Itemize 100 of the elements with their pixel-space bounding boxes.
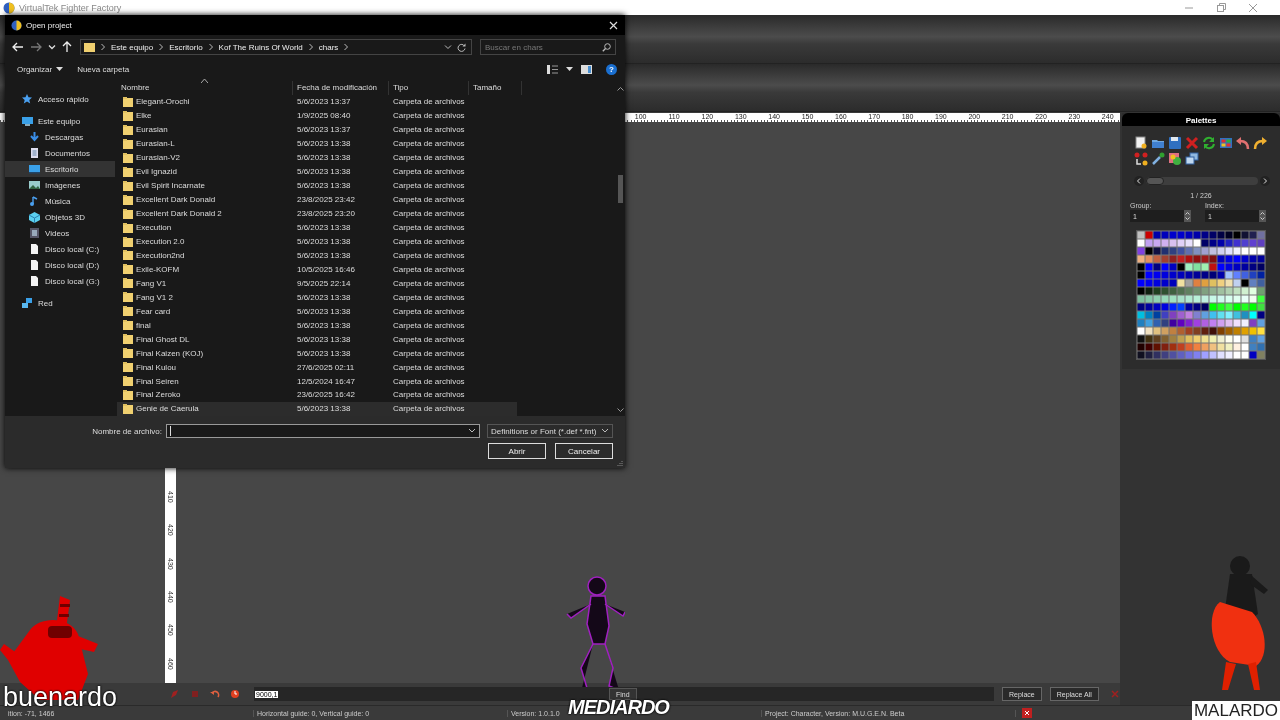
file-type: Carpeta de archivos <box>392 306 466 316</box>
column-header[interactable]: Tipo <box>389 81 469 95</box>
file-type: Carpeta de archivos <box>392 223 466 233</box>
file-date: 1/9/2025 08:40 <box>296 111 352 121</box>
file-name: Final Zeroko <box>136 390 181 400</box>
file-row[interactable]: Final Kaizen (KOJ) 5/6/2023 13:38 Carpeta de archivos <box>117 346 517 361</box>
file-row[interactable]: Elegant-Orochi 5/6/2023 13:37 Carpeta de archivos <box>117 95 517 109</box>
file-date: 5/6/2023 13:38 <box>296 167 352 177</box>
file-name: Eurasian-L <box>136 139 175 149</box>
file-row[interactable]: Excellent Dark Donald 23/8/2025 23:42 Carpeta de archivos <box>117 192 517 207</box>
file-name: Evil Spirit Incarnate <box>136 181 205 191</box>
file-date: 23/8/2025 23:20 <box>296 209 356 219</box>
nav-item[interactable]: Música <box>5 193 115 209</box>
file-type: Carpeta de archivos <box>392 334 466 344</box>
breadcrumb[interactable]: Este equipo <box>111 42 154 52</box>
help-button[interactable]: ? <box>606 63 617 75</box>
file-row[interactable]: Final Zeroko 23/6/2025 16:42 Carpeta de archivos <box>117 388 517 402</box>
file-name: Eurasian-V2 <box>136 153 181 163</box>
file-date: 23/6/2025 16:42 <box>296 390 356 400</box>
file-date: 5/6/2023 13:38 <box>296 306 352 316</box>
nav-item[interactable]: Objetos 3D <box>5 209 115 225</box>
overlay-label: buenardo <box>3 686 118 708</box>
file-name: Excellent Dark Donald 2 <box>136 209 222 219</box>
nav-item[interactable]: Videos <box>5 225 115 241</box>
nav-item[interactable]: Disco local (G:) <box>5 273 115 289</box>
file-row[interactable]: Fang V1 9/5/2025 22:14 Carpeta de archivos <box>117 276 517 291</box>
file-date: 27/6/2025 02:11 <box>296 362 356 372</box>
address-bar[interactable]: Este equipo Escritorio Kof The Ruins Of World chars <box>80 39 472 55</box>
file-row[interactable]: Execution2nd 5/6/2023 13:38 Carpeta de archivos <box>117 248 517 263</box>
file-type: Carpeta de archivos <box>392 250 466 260</box>
file-type: Carpeta de archivos <box>392 111 466 121</box>
file-type: Carpeta de archivos <box>392 209 466 219</box>
file-row[interactable]: Evil Ignazid 5/6/2023 13:38 Carpeta de archivos <box>117 164 517 179</box>
nav-item[interactable]: Acceso rápido <box>5 91 115 107</box>
file-date: 5/6/2023 13:38 <box>296 139 352 149</box>
file-type: Carpeta de archivos <box>392 320 466 330</box>
file-name: Excellent Dark Donald <box>136 195 216 205</box>
file-name: Eurasian <box>136 125 168 135</box>
new-folder-button[interactable]: Nueva carpeta <box>75 64 132 74</box>
file-row[interactable]: Final Kulou 27/6/2025 02:11 Carpeta de archivos <box>117 360 517 375</box>
file-type: Carpeta de archivos <box>392 362 466 372</box>
file-row[interactable]: Eurasian 5/6/2023 13:37 Carpeta de archivos <box>117 122 517 137</box>
file-type: Carpeta de archivos <box>392 181 466 191</box>
file-row[interactable]: Fear card 5/6/2023 13:38 Carpeta de archivos <box>117 304 517 319</box>
file-date: 5/6/2023 13:37 <box>296 125 352 135</box>
file-row[interactable]: final 5/6/2023 13:38 Carpeta de archivos <box>117 318 517 333</box>
nav-item[interactable]: Disco local (D:) <box>5 257 115 273</box>
file-type: Carpeta de archivos <box>392 278 466 288</box>
nav-item[interactable]: Este equipo <box>5 113 115 129</box>
file-row[interactable]: Eurasian-V2 5/6/2023 13:38 Carpeta de archivos <box>117 150 517 165</box>
file-type: Carpeta de archivos <box>392 167 466 177</box>
dialog-title: Open project <box>26 20 72 30</box>
file-row[interactable]: Final Seiren 12/5/2024 16:47 Carpeta de archivos <box>117 374 517 388</box>
field-label: Nombre de archivo: <box>91 426 162 436</box>
file-row[interactable]: Eurasian-L 5/6/2023 13:38 Carpeta de archivos <box>117 136 517 151</box>
file-row[interactable]: Genie de Caerula 5/6/2023 13:38 Carpeta de archivos <box>117 401 517 416</box>
nav-item[interactable]: Escritorio <box>5 161 115 177</box>
file-row[interactable]: Execution 5/6/2023 13:38 Carpeta de archivos <box>117 220 517 235</box>
organize-button[interactable]: Organizar <box>15 64 66 74</box>
file-date: 23/8/2025 23:42 <box>296 195 356 205</box>
file-type: Carpeta de archivos <box>392 264 466 274</box>
file-name: Fang V1 <box>136 278 167 288</box>
file-type: Carpeta de archivos <box>392 125 466 135</box>
column-header[interactable]: Nombre <box>117 81 293 95</box>
nav-item[interactable]: Disco local (C:) <box>5 241 115 257</box>
file-date: 5/6/2023 13:37 <box>296 97 352 107</box>
breadcrumb[interactable]: Kof The Ruins Of World <box>218 42 303 52</box>
file-type-dropdown[interactable]: Definitions or Font (*.def *.fnt) <box>487 424 613 438</box>
file-name: Exile-KOFM <box>136 264 180 274</box>
column-header[interactable]: Fecha de modificación <box>293 81 389 95</box>
file-type: Carpeta de archivos <box>392 195 466 205</box>
search-field[interactable]: Buscar en chars <box>480 39 616 55</box>
file-name: Elegant-Orochi <box>136 97 190 107</box>
nav-item[interactable]: Documentos <box>5 145 115 161</box>
file-row[interactable]: Elke 1/9/2025 08:40 Carpeta de archivos <box>117 108 517 123</box>
file-date: 5/6/2023 13:38 <box>296 404 352 414</box>
file-type: Carpeta de archivos <box>392 97 466 107</box>
file-row[interactable]: Evil Spirit Incarnate 5/6/2023 13:38 Carpeta de archivos <box>117 178 517 193</box>
nav-item[interactable]: Red <box>5 295 115 311</box>
file-name: Evil Ignazid <box>136 167 177 177</box>
nav-item[interactable]: Descargas <box>5 129 115 145</box>
nav-item[interactable]: Imágenes <box>5 177 115 193</box>
file-date: 5/6/2023 13:38 <box>296 320 352 330</box>
file-date: 5/6/2023 13:38 <box>296 334 352 344</box>
file-type: Carpeta de archivos <box>392 390 466 400</box>
file-date: 5/6/2023 13:38 <box>296 250 352 260</box>
file-row[interactable]: Excellent Dark Donald 2 23/8/2025 23:20 Carpeta de archivos <box>117 206 517 221</box>
file-row[interactable]: Fang V1 2 5/6/2023 13:38 Carpeta de archivos <box>117 290 517 305</box>
column-header[interactable]: Tamaño <box>469 81 522 95</box>
file-name: Execution 2.0 <box>136 237 185 246</box>
cancel-button[interactable]: Cancelar <box>555 443 613 459</box>
file-type: Carpeta de archivos <box>392 292 466 302</box>
file-row[interactable]: Exile-KOFM 10/5/2025 16:46 Carpeta de archivos <box>117 262 517 277</box>
file-row[interactable]: Execution 2.0 5/6/2023 13:38 Carpeta de archivos <box>117 234 517 249</box>
file-date: 5/6/2023 13:38 <box>296 348 352 358</box>
file-name: final <box>136 320 151 330</box>
breadcrumb[interactable]: Escritorio <box>169 42 203 52</box>
file-row[interactable]: Final Ghost DL 5/6/2023 13:38 Carpeta de archivos <box>117 332 517 347</box>
breadcrumb[interactable]: chars <box>318 42 339 52</box>
open-button[interactable]: Abrir <box>488 443 546 459</box>
